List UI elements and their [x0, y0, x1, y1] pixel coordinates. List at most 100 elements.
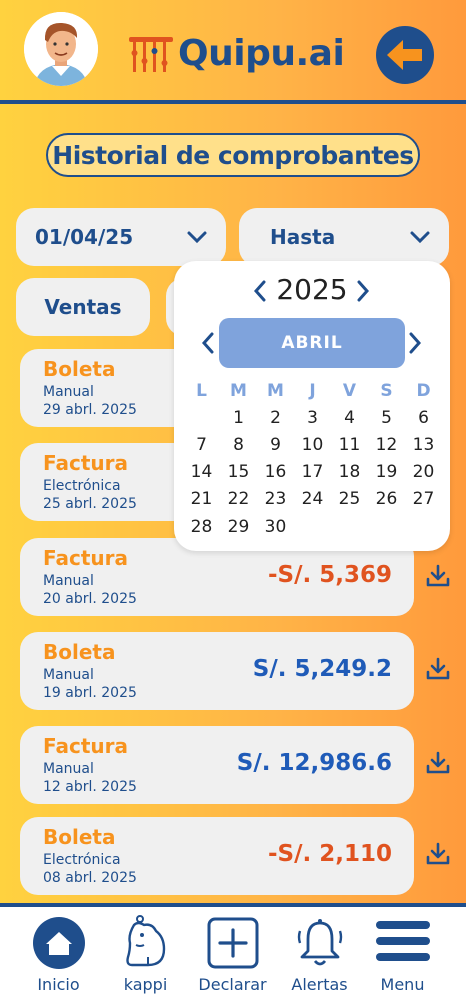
- calendar-month[interactable]: ABRIL: [219, 318, 405, 368]
- receipt-source: Manual: [43, 761, 94, 777]
- receipt-card[interactable]: Boleta Electrónica 08 abrl. 2025 -S/. 2,…: [20, 817, 414, 895]
- download-icon[interactable]: [426, 842, 450, 866]
- chevron-right-icon[interactable]: [407, 331, 423, 355]
- chevron-left-icon[interactable]: [200, 331, 216, 355]
- receipt-source: Manual: [43, 384, 94, 400]
- calendar-week-row: 1 2 3 4 5 6: [183, 404, 445, 431]
- receipt-type: Boleta: [43, 640, 116, 664]
- calendar-year: 2025: [276, 273, 348, 306]
- calendar-day[interactable]: 1: [220, 408, 257, 428]
- user-avatar[interactable]: [24, 12, 98, 86]
- calendar-day[interactable]: 11: [331, 435, 368, 455]
- receipt-type: Factura: [43, 546, 128, 570]
- calendar-day[interactable]: 21: [183, 489, 220, 509]
- receipt-source: Electrónica: [43, 478, 121, 494]
- avatar-image: [24, 12, 98, 86]
- app-header: Quipu.ai: [0, 0, 466, 104]
- nav-menu[interactable]: Menu: [356, 907, 449, 1008]
- weekday-label: V: [342, 380, 357, 401]
- calendar-weekday-row: L M M J V S D: [183, 377, 445, 404]
- calendar-day[interactable]: 29: [220, 517, 257, 537]
- calendar-week-row: 14 15 16 17 18 19 20: [183, 459, 445, 486]
- receipt-date: 29 abrl. 2025: [43, 402, 137, 418]
- weekday-label: M: [267, 380, 284, 401]
- nav-alertas[interactable]: Alertas: [273, 907, 366, 1008]
- calendar-day[interactable]: 12: [368, 435, 405, 455]
- calendar-day[interactable]: 20: [405, 462, 442, 482]
- calendar-week-row: 21 22 23 24 25 26 27: [183, 486, 445, 513]
- calendar-week-row: 28 29 30: [183, 513, 445, 540]
- header-divider: [0, 100, 466, 104]
- receipt-date: 20 abrl. 2025: [43, 591, 137, 607]
- calendar-day[interactable]: 22: [220, 489, 257, 509]
- nav-label: Inicio: [37, 975, 80, 994]
- calendar-day[interactable]: 27: [405, 489, 442, 509]
- from-date-value: 01/04/25: [35, 225, 134, 249]
- weekday-label: J: [309, 380, 316, 401]
- nav-label: kappi: [123, 975, 168, 994]
- receipt-card[interactable]: Factura Manual 12 abrl. 2025 S/. 12,986.…: [20, 726, 414, 804]
- calendar-day[interactable]: 4: [331, 408, 368, 428]
- receipt-card[interactable]: Boleta Manual 19 abrl. 2025 S/. 5,249.2: [20, 632, 414, 710]
- calendar-day[interactable]: 3: [294, 408, 331, 428]
- chevron-right-icon[interactable]: [355, 279, 371, 303]
- receipt-date: 12 abrl. 2025: [43, 779, 137, 795]
- calendar-day[interactable]: 17: [294, 462, 331, 482]
- calendar-day[interactable]: 18: [331, 462, 368, 482]
- download-icon[interactable]: [426, 657, 450, 681]
- to-date-select[interactable]: Hasta: [239, 208, 449, 266]
- back-button[interactable]: [376, 26, 434, 84]
- calendar-day[interactable]: 7: [183, 435, 220, 455]
- receipt-amount: S/. 12,986.6: [236, 750, 392, 776]
- nav-label: Alertas: [291, 975, 348, 994]
- nav-inicio[interactable]: Inicio: [12, 907, 105, 1008]
- calendar-day[interactable]: 16: [257, 462, 294, 482]
- calendar-day[interactable]: 9: [257, 435, 294, 455]
- weekday-label: S: [380, 380, 393, 401]
- to-date-value: Hasta: [270, 225, 336, 249]
- receipt-source: Electrónica: [43, 852, 121, 868]
- calendar-day[interactable]: 25: [331, 489, 368, 509]
- calendar-day[interactable]: 30: [257, 517, 294, 537]
- calendar-day[interactable]: 28: [183, 517, 220, 537]
- calendar-day[interactable]: 26: [368, 489, 405, 509]
- calendar-day[interactable]: 6: [405, 408, 442, 428]
- receipt-amount: S/. 5,249.2: [252, 656, 392, 682]
- calendar-day[interactable]: 13: [405, 435, 442, 455]
- chevron-down-icon: [187, 231, 207, 244]
- calendar-day[interactable]: 10: [294, 435, 331, 455]
- calendar-day[interactable]: 8: [220, 435, 257, 455]
- receipt-type: Boleta: [43, 357, 116, 381]
- weekday-label: D: [416, 380, 431, 401]
- receipt-type: Factura: [43, 734, 128, 758]
- receipt-amount: -S/. 2,110: [267, 841, 392, 867]
- calendar-day[interactable]: 23: [257, 489, 294, 509]
- bell-icon: [297, 919, 342, 966]
- date-picker-popup: 2025 ABRIL L M M J V S D 1 2 3 4 5 6 7 8: [174, 261, 450, 551]
- nav-declarar[interactable]: Declarar: [186, 907, 279, 1008]
- download-icon[interactable]: [426, 564, 450, 588]
- bottom-navigation: Inicio kappi Declarar Alertas Menu: [0, 903, 466, 1008]
- app-logo: Quipu.ai: [128, 28, 345, 78]
- calendar-day[interactable]: 14: [183, 462, 220, 482]
- nav-label: Declarar: [198, 975, 267, 994]
- receipt-date: 08 abrl. 2025: [43, 870, 137, 886]
- receipt-type: Factura: [43, 451, 128, 475]
- plus-square-icon: [207, 917, 258, 969]
- calendar-day[interactable]: 2: [257, 408, 294, 428]
- calendar-day[interactable]: 24: [294, 489, 331, 509]
- page-title: Historial de comprobantes: [46, 133, 420, 177]
- receipt-source: Manual: [43, 573, 94, 589]
- weekday-label: M: [230, 380, 247, 401]
- receipt-type: Boleta: [43, 825, 116, 849]
- from-date-select[interactable]: 01/04/25: [16, 208, 226, 266]
- home-icon: [32, 917, 85, 969]
- calendar-day[interactable]: 15: [220, 462, 257, 482]
- download-icon[interactable]: [426, 751, 450, 775]
- calendar-day[interactable]: 19: [368, 462, 405, 482]
- calendar-day[interactable]: 5: [368, 408, 405, 428]
- tab-ventas[interactable]: Ventas: [16, 278, 150, 336]
- nav-kappi[interactable]: kappi: [99, 907, 192, 1008]
- chevron-down-icon: [410, 231, 430, 244]
- logo-text: Quipu.ai: [178, 32, 345, 74]
